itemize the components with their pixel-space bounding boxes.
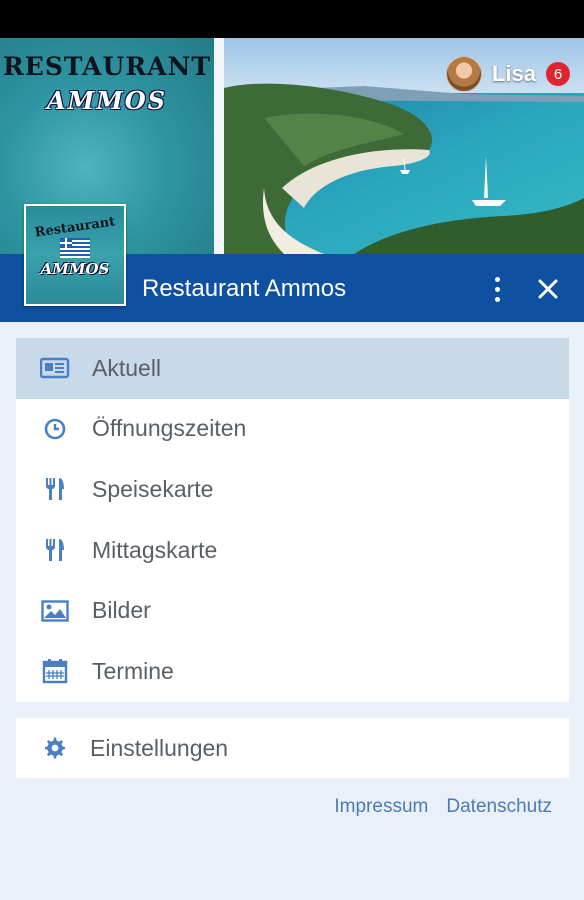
more-vert-icon bbox=[494, 276, 500, 282]
nav-item-mittagskarte[interactable]: Mittagskarte bbox=[16, 520, 569, 581]
nav-label-speisekarte: Speisekarte bbox=[92, 475, 214, 502]
nav-item-speisekarte[interactable]: Speisekarte bbox=[16, 459, 569, 520]
nav-label-termine: Termine bbox=[92, 657, 174, 684]
close-icon bbox=[538, 279, 558, 299]
more-vert-icon-dot bbox=[494, 296, 500, 302]
user-avatar[interactable] bbox=[445, 56, 482, 92]
status-bar bbox=[0, 0, 584, 38]
nav-label-mittagskarte: Mittagskarte bbox=[92, 536, 218, 563]
hero-divider bbox=[214, 38, 224, 254]
calendar-icon bbox=[40, 658, 70, 684]
newspaper-icon bbox=[40, 355, 70, 381]
user-profile[interactable]: Lisa 6 bbox=[445, 56, 570, 92]
gear-icon bbox=[40, 735, 70, 761]
logo-text-bottom: AMMOS bbox=[40, 260, 110, 278]
brand-title: RESTAURANT bbox=[3, 52, 211, 81]
nav-label-einstellungen: Einstellungen bbox=[90, 734, 229, 761]
user-name[interactable]: Lisa bbox=[492, 61, 536, 87]
greek-flag-icon bbox=[60, 238, 90, 258]
footer-links: Impressum Datenschutz bbox=[334, 796, 552, 818]
cutlery-icon bbox=[40, 537, 70, 563]
impressum-link[interactable]: Impressum bbox=[334, 796, 428, 818]
nav-item-oeffnungszeiten[interactable]: Öffnungszeiten bbox=[16, 399, 569, 460]
nav-label-aktuell: Aktuell bbox=[92, 354, 162, 381]
clock-icon bbox=[40, 416, 70, 442]
close-button[interactable] bbox=[530, 272, 566, 306]
notification-badge[interactable]: 6 bbox=[546, 62, 570, 86]
datenschutz-link[interactable]: Datenschutz bbox=[446, 796, 552, 818]
settings-card: Einstellungen bbox=[16, 718, 569, 778]
nav-item-aktuell[interactable]: Aktuell bbox=[16, 338, 569, 399]
nav-label-oeffnungszeiten: Öffnungszeiten bbox=[92, 415, 247, 442]
nav-item-einstellungen[interactable]: Einstellungen bbox=[16, 718, 569, 778]
navigation-menu: Aktuell Öffnungszeiten Speisekarte Mitta… bbox=[16, 338, 569, 702]
image-icon bbox=[40, 598, 70, 624]
nav-item-bilder[interactable]: Bilder bbox=[16, 580, 569, 641]
more-vert-icon-dot bbox=[494, 286, 500, 292]
nav-label-bilder: Bilder bbox=[92, 597, 151, 624]
nav-item-termine[interactable]: Termine bbox=[16, 641, 569, 702]
brand-subtitle: AMMOS bbox=[47, 86, 167, 115]
app-title: Restaurant Ammos bbox=[142, 275, 347, 302]
cutlery-icon bbox=[40, 476, 70, 502]
more-options-button[interactable] bbox=[482, 272, 512, 306]
restaurant-logo: Restaurant AMMOS bbox=[24, 204, 126, 306]
